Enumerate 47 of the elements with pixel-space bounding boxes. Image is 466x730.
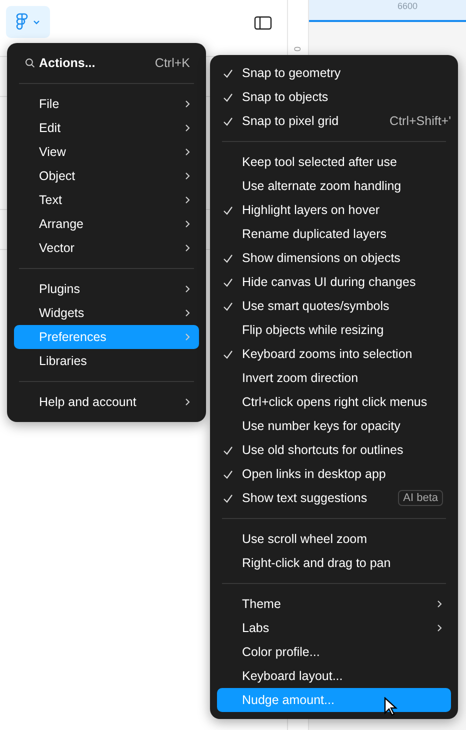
- menu-item[interactable]: Arrange: [14, 212, 199, 236]
- ruler-label: 6600: [397, 1, 418, 11]
- menu-item[interactable]: Color profile...: [217, 640, 451, 664]
- search-icon: [25, 58, 35, 68]
- menu-item[interactable]: Use alternate zoom handling: [217, 174, 451, 198]
- menu-item[interactable]: Snap to objects: [217, 85, 451, 109]
- menu-item[interactable]: Show text suggestions AI beta: [217, 486, 451, 510]
- menu-item[interactable]: Theme: [217, 592, 451, 616]
- menu-item[interactable]: Rename duplicated layers: [217, 222, 451, 246]
- menu-item[interactable]: Show dimensions on objects: [217, 246, 451, 270]
- menu-item[interactable]: Snap to geometry: [217, 61, 451, 85]
- menu-item[interactable]: File: [14, 92, 199, 116]
- menu-item[interactable]: Use number keys for opacity: [217, 414, 451, 438]
- menu-item[interactable]: Highlight layers on hover: [217, 198, 451, 222]
- cursor-icon: [384, 697, 398, 717]
- menu-item[interactable]: Use scroll wheel zoom: [217, 527, 451, 551]
- menu-item[interactable]: Keyboard layout...: [217, 664, 451, 688]
- menu-item[interactable]: Plugins: [14, 277, 199, 301]
- menu-item[interactable]: Help and account: [14, 390, 199, 414]
- actions-search[interactable]: Actions... Ctrl+K: [14, 51, 199, 75]
- main-menu-button[interactable]: [6, 6, 50, 38]
- chevron-down-icon: [33, 20, 40, 24]
- menu-item[interactable]: Invert zoom direction: [217, 366, 451, 390]
- menu-item[interactable]: Right-click and drag to pan: [217, 551, 451, 575]
- menu-item[interactable]: Open links in desktop app: [217, 462, 451, 486]
- menu-item[interactable]: View: [14, 140, 199, 164]
- menu-item[interactable]: Flip objects while resizing: [217, 318, 451, 342]
- menu-item[interactable]: Libraries: [14, 349, 199, 373]
- menu-item[interactable]: Labs: [217, 616, 451, 640]
- logo-icon: [16, 13, 28, 31]
- menu-item[interactable]: Edit: [14, 116, 199, 140]
- ruler-label: 0: [293, 46, 303, 52]
- menu-item[interactable]: Use old shortcuts for outlines: [217, 438, 451, 462]
- menu-item[interactable]: Use smart quotes/symbols: [217, 294, 451, 318]
- menu-item[interactable]: Vector: [14, 236, 199, 260]
- sidebar-toggle-icon[interactable]: [254, 16, 272, 30]
- menu-item[interactable]: Snap to pixel grid Ctrl+Shift+': [217, 109, 451, 133]
- menu-item[interactable]: Hide canvas UI during changes: [217, 270, 451, 294]
- menu-item[interactable]: Ctrl+click opens right click menus: [217, 390, 451, 414]
- shortcut-label: Ctrl+K: [154, 56, 190, 70]
- menu-item[interactable]: Text: [14, 188, 199, 212]
- beta-badge: AI beta: [398, 490, 443, 506]
- menu-item[interactable]: Widgets: [14, 301, 199, 325]
- menu-item[interactable]: Keyboard zooms into selection: [217, 342, 451, 366]
- shortcut-label: Ctrl+Shift+': [390, 114, 451, 128]
- menu-item[interactable]: Object: [14, 164, 199, 188]
- menu-item[interactable]: Keep tool selected after use: [217, 150, 451, 174]
